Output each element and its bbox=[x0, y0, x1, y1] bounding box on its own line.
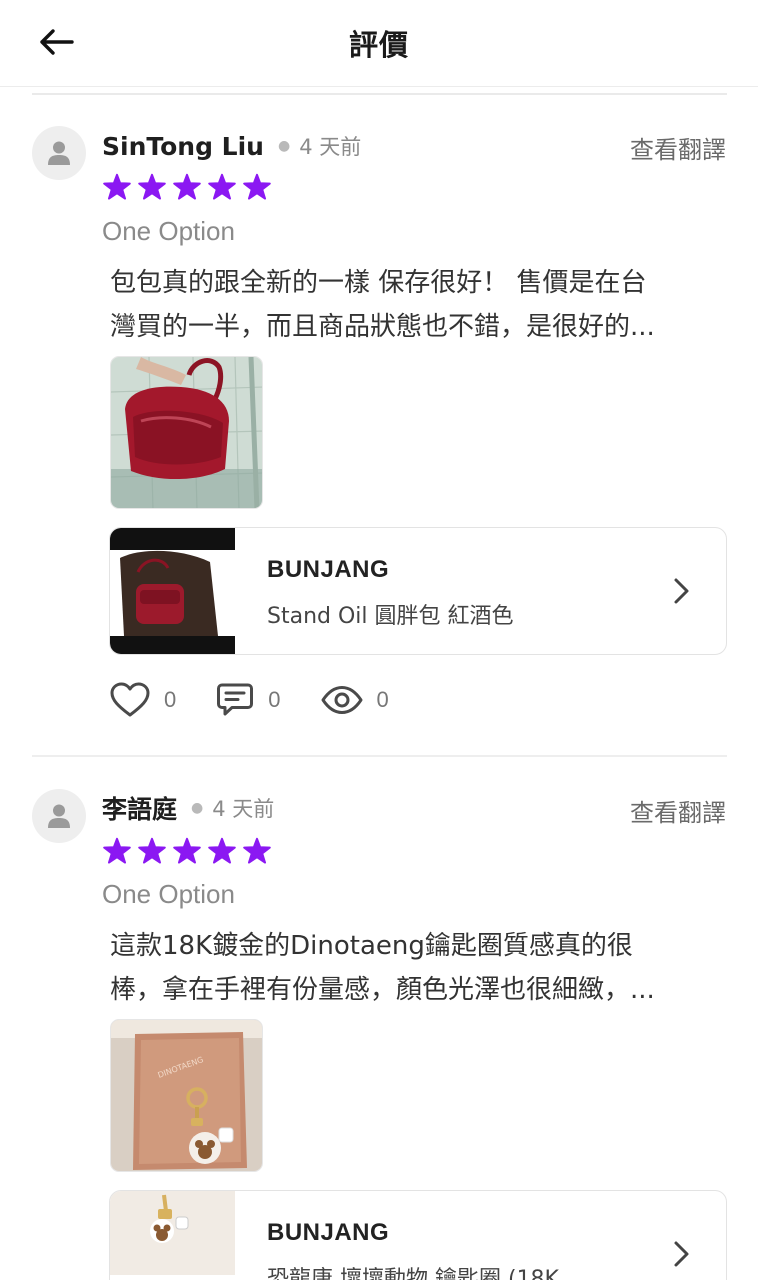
product-store: BUNJANG bbox=[267, 556, 390, 583]
product-name: 恐龍唐 壞壞動物 鑰匙圈 (18K bbox=[267, 1267, 559, 1280]
red-handbag-photo bbox=[111, 357, 262, 508]
keychain-photo: DINOTAENG bbox=[111, 1020, 262, 1171]
product-name: Stand Oil 圓胖包 紅酒色 bbox=[267, 604, 514, 629]
review-actions: 0 0 0 bbox=[110, 680, 429, 720]
product-thumbnail bbox=[110, 1191, 235, 1280]
star-icon bbox=[173, 837, 201, 864]
review-meta: SinTong Liu ● 4 天前 bbox=[102, 128, 361, 164]
star-icon bbox=[173, 173, 201, 200]
review-text[interactable]: 這款18K鍍金的Dinotaeng鑰匙圈質感真的很 棒，拿在手裡有份量感，顏色光… bbox=[110, 924, 720, 1012]
heart-icon bbox=[110, 682, 150, 717]
review-text[interactable]: 包包真的跟全新的一樣 保存很好！ 售價是在台 灣買的一半，而且商品狀態也不錯，是… bbox=[110, 261, 720, 349]
translate-button[interactable]: 查看翻譯 bbox=[630, 793, 726, 828]
user-icon bbox=[48, 141, 70, 165]
chevron-right-icon bbox=[674, 578, 689, 604]
page-title: 評價 bbox=[348, 28, 409, 62]
option-label: One Option bbox=[102, 879, 235, 909]
comment-count: 0 bbox=[268, 687, 281, 712]
star-icon bbox=[138, 173, 166, 200]
views-indicator: 0 bbox=[321, 685, 389, 715]
translate-button[interactable]: 查看翻譯 bbox=[630, 130, 726, 165]
star-icon bbox=[208, 173, 236, 200]
product-store: BUNJANG bbox=[267, 1219, 390, 1246]
star-icon bbox=[103, 173, 131, 200]
avatar[interactable] bbox=[32, 126, 86, 180]
review-time: 4 天前 bbox=[299, 135, 362, 159]
star-icon bbox=[103, 837, 131, 864]
star-icon bbox=[138, 837, 166, 864]
like-count: 0 bbox=[164, 687, 177, 712]
star-rating bbox=[102, 837, 272, 867]
review-time: 4 天前 bbox=[212, 797, 275, 821]
review-meta: 李語庭 ● 4 天前 bbox=[102, 790, 274, 826]
comment-button[interactable]: 0 bbox=[216, 682, 281, 718]
keychain-product-photo bbox=[110, 1191, 235, 1280]
comment-icon bbox=[217, 683, 254, 716]
review-text-line: 包包真的跟全新的一樣 保存很好！ 售價是在台 bbox=[110, 268, 647, 298]
product-card[interactable]: BUNJANG 恐龍唐 壞壞動物 鑰匙圈 (18K bbox=[109, 1190, 727, 1280]
divider bbox=[32, 93, 727, 95]
like-button[interactable]: 0 bbox=[110, 682, 176, 718]
user-icon bbox=[48, 804, 70, 828]
chevron-right-icon bbox=[674, 1241, 689, 1267]
review-photo[interactable] bbox=[110, 356, 263, 509]
user-name[interactable]: SinTong Liu bbox=[102, 132, 264, 161]
avatar[interactable] bbox=[32, 789, 86, 843]
review-photo[interactable]: DINOTAENG bbox=[110, 1019, 263, 1172]
review-text-line: 灣買的一半，而且商品狀態也不錯，是很好的... bbox=[110, 312, 655, 342]
star-icon bbox=[243, 173, 271, 200]
view-count: 0 bbox=[376, 687, 389, 712]
separator-dot: ● bbox=[191, 800, 204, 816]
handbag-model-photo bbox=[110, 528, 235, 654]
product-thumbnail bbox=[110, 528, 235, 654]
user-name[interactable]: 李語庭 bbox=[102, 790, 177, 826]
star-icon bbox=[243, 837, 271, 864]
review-text-line: 棒，拿在手裡有份量感，顏色光澤也很細緻，... bbox=[110, 975, 655, 1005]
star-rating bbox=[102, 173, 272, 203]
eye-icon bbox=[321, 686, 362, 714]
header-divider bbox=[0, 86, 758, 87]
option-label: One Option bbox=[102, 216, 235, 246]
divider bbox=[32, 755, 727, 757]
review-text-line: 這款18K鍍金的Dinotaeng鑰匙圈質感真的很 bbox=[110, 931, 633, 961]
separator-dot: ● bbox=[277, 138, 291, 154]
app-header: 評價 bbox=[0, 0, 758, 86]
product-card[interactable]: BUNJANG Stand Oil 圓胖包 紅酒色 bbox=[109, 527, 727, 655]
star-icon bbox=[208, 837, 236, 864]
